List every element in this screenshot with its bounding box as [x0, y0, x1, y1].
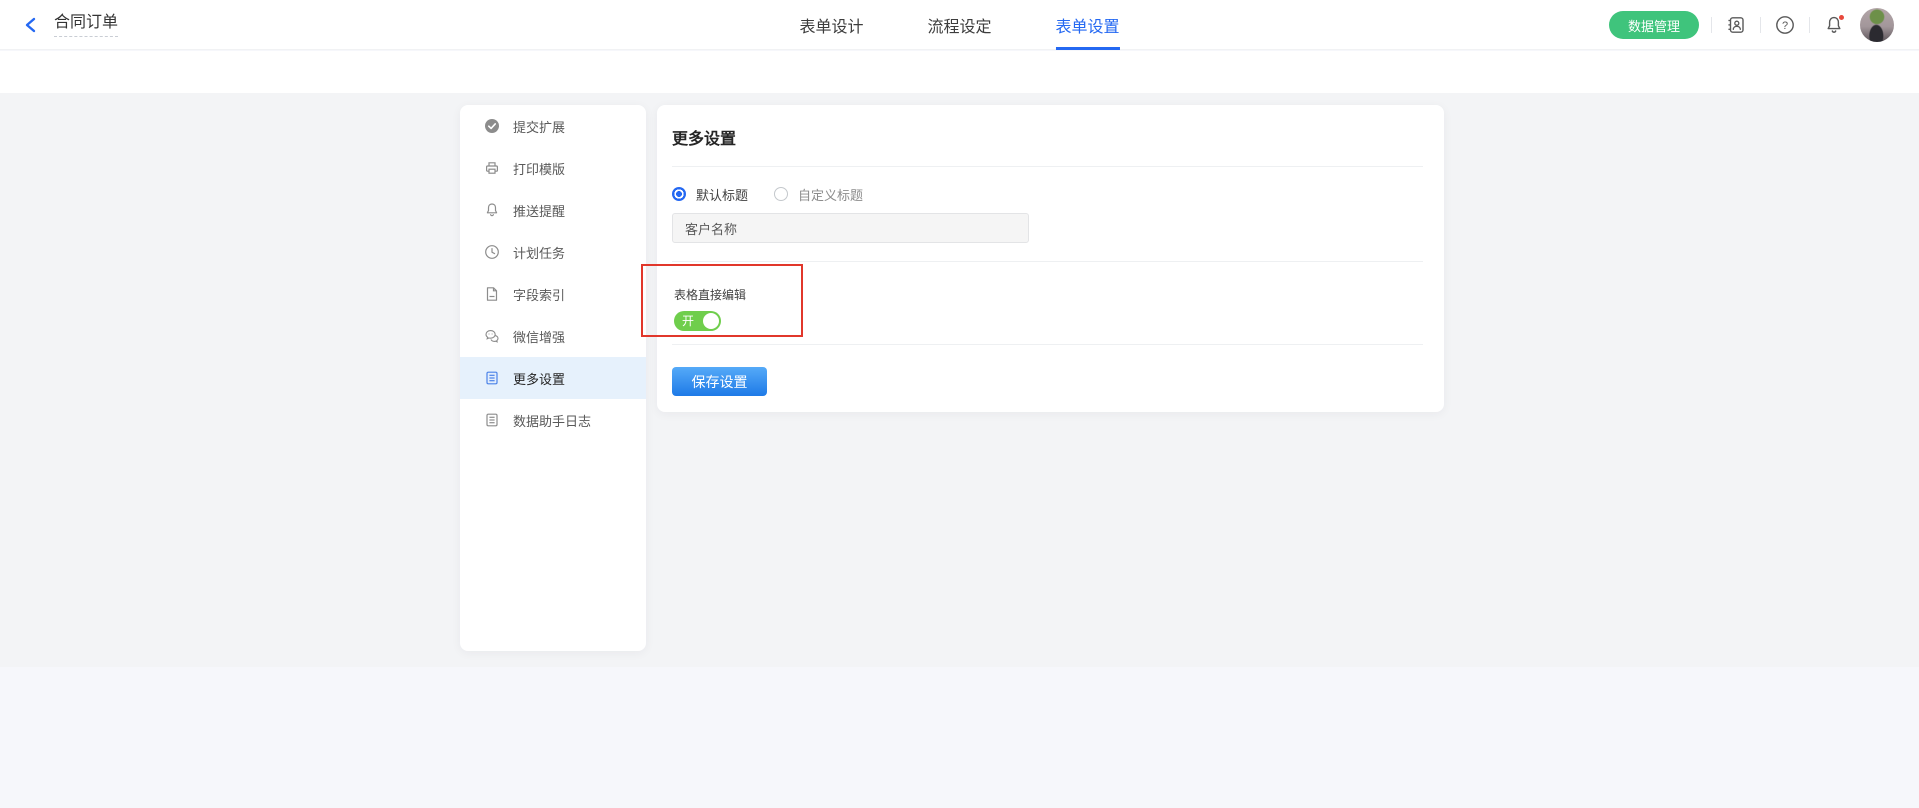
divider — [672, 344, 1423, 345]
sidebar-item-push-reminder[interactable]: 推送提醒 — [460, 189, 646, 231]
table-direct-edit-label: 表格直接编辑 — [657, 262, 1444, 303]
title-field-input[interactable] — [672, 213, 1029, 243]
sidebar-item-label: 计划任务 — [513, 243, 565, 262]
user-avatar[interactable] — [1860, 8, 1894, 42]
tab-form-settings[interactable]: 表单设置 — [1056, 0, 1120, 50]
sidebar-item-label: 推送提醒 — [513, 201, 565, 220]
printer-icon — [484, 160, 500, 176]
address-book-button[interactable] — [1724, 13, 1748, 37]
notifications-button[interactable] — [1822, 13, 1846, 37]
vertical-separator — [1760, 17, 1761, 33]
save-settings-button[interactable]: 保存设置 — [672, 367, 767, 396]
sidebar-item-wechat-enhance[interactable]: 微信增强 — [460, 315, 646, 357]
top-navigation-bar: 合同订单 表单设计 流程设定 表单设置 数据管理 ? — [0, 0, 1919, 50]
address-book-icon — [1726, 15, 1746, 35]
tab-form-design[interactable]: 表单设计 — [799, 0, 863, 50]
topbar-left-group: 合同订单 — [22, 0, 118, 50]
vertical-separator — [1711, 17, 1712, 33]
help-icon: ? — [1775, 15, 1795, 35]
check-circle-icon — [484, 118, 500, 134]
radio-label: 默认标题 — [696, 185, 748, 204]
radio-default-title[interactable]: 默认标题 — [672, 185, 748, 204]
sidebar-item-data-assistant-log[interactable]: 数据助手日志 — [460, 399, 646, 441]
settings-sidebar: 提交扩展 打印模版 推送提醒 计划任务 — [460, 105, 646, 651]
subheader-white-strip — [0, 51, 1919, 93]
title-mode-radio-group: 默认标题 自定义标题 — [657, 167, 1444, 201]
toggle-knob[interactable] — [703, 313, 719, 329]
sidebar-item-label: 微信增强 — [513, 327, 565, 346]
radio-custom-title[interactable]: 自定义标题 — [774, 185, 863, 204]
center-tab-bar: 表单设计 流程设定 表单设置 — [799, 0, 1119, 50]
topbar-right-group: 数据管理 ? — [1609, 0, 1894, 50]
help-button[interactable]: ? — [1773, 13, 1797, 37]
sidebar-item-print-template[interactable]: 打印模版 — [460, 147, 646, 189]
sidebar-item-label: 字段索引 — [513, 285, 565, 304]
form-name-title[interactable]: 合同订单 — [54, 13, 118, 37]
toggle-on-text: 开 — [682, 314, 694, 328]
sidebar-item-label: 提交扩展 — [513, 117, 565, 136]
sidebar-item-label: 更多设置 — [513, 369, 565, 388]
bell-icon — [484, 202, 500, 218]
list-document-icon — [484, 412, 500, 428]
clock-icon — [484, 244, 500, 260]
list-document-icon — [484, 370, 500, 386]
table-direct-edit-toggle[interactable]: 开 — [674, 311, 721, 331]
tab-flow-settings[interactable]: 流程设定 — [927, 0, 991, 50]
radio-label: 自定义标题 — [798, 185, 863, 204]
vertical-separator — [1809, 17, 1810, 33]
sidebar-item-more-settings[interactable]: 更多设置 — [460, 357, 646, 399]
sidebar-item-label: 数据助手日志 — [513, 411, 591, 430]
wechat-icon — [484, 328, 500, 344]
back-button[interactable] — [22, 16, 40, 34]
notification-red-dot — [1838, 14, 1845, 21]
panel-title: 更多设置 — [657, 105, 1444, 149]
svg-text:?: ? — [1782, 20, 1788, 32]
sidebar-item-scheduled-tasks[interactable]: 计划任务 — [460, 231, 646, 273]
document-icon — [484, 286, 500, 302]
sidebar-item-field-index[interactable]: 字段索引 — [460, 273, 646, 315]
sidebar-item-submit-extension[interactable]: 提交扩展 — [460, 105, 646, 147]
data-management-button[interactable]: 数据管理 — [1609, 11, 1699, 39]
sidebar-item-label: 打印模版 — [513, 159, 565, 178]
radio-selected-icon[interactable] — [672, 187, 686, 201]
more-settings-panel: 更多设置 默认标题 自定义标题 表格直接编辑 开 保存设置 — [657, 105, 1444, 412]
radio-unselected-icon[interactable] — [774, 187, 788, 201]
chevron-left-icon — [24, 17, 38, 33]
